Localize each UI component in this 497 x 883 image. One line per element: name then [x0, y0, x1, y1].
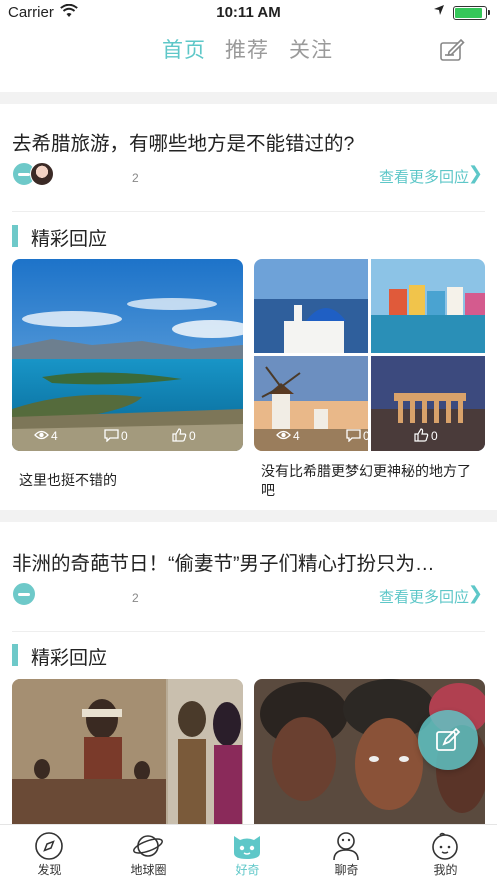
festival-photo [12, 679, 243, 824]
tab-recommend[interactable]: 推荐 [225, 34, 269, 64]
view-more-link[interactable]: 查看更多回应 [379, 586, 469, 607]
card-stats: 4 0 0 [12, 427, 243, 445]
nav-earth-circle[interactable]: 地球圈 [99, 825, 198, 883]
divider [12, 631, 485, 632]
answer-card[interactable]: 4 0 0 [12, 259, 243, 451]
battery-icon [453, 6, 490, 20]
card-caption: 这里也挺不错的 [19, 472, 117, 488]
compose-button[interactable] [418, 710, 478, 770]
nav-profile[interactable]: 我的 [396, 825, 495, 883]
planet-icon [133, 835, 163, 857]
comment-icon [104, 429, 119, 442]
view-more-link[interactable]: 查看更多回应 [379, 166, 469, 187]
greece-collage-photo [254, 259, 485, 451]
compass-icon [35, 832, 63, 860]
nav-curious[interactable]: 好奇 [198, 825, 297, 883]
thumbs-up-icon [414, 428, 429, 442]
answerer-avatars[interactable] [12, 162, 62, 188]
nav-discover[interactable]: 发现 [0, 825, 99, 883]
clock: 10:11 AM [216, 4, 281, 21]
nav-label: 好奇 [235, 863, 260, 877]
nav-label: 我的 [433, 863, 458, 877]
post-title[interactable]: 非洲的奇葩节日！“偷妻节”男子们精心打扮只为… [12, 547, 484, 576]
section-gap [0, 92, 497, 104]
compose-icon [436, 727, 461, 751]
avatar[interactable] [30, 162, 54, 186]
answer-count: 2 [132, 171, 139, 185]
divider [12, 211, 485, 212]
status-bar: Carrier 10:11 AM [0, 0, 497, 26]
section-accent-bar [12, 225, 18, 247]
card-stats: 4 0 0 [254, 427, 485, 445]
section-label: 精彩回应 [31, 648, 108, 669]
answer-card[interactable]: 4 0 0 [254, 259, 485, 451]
eye-icon [276, 430, 291, 440]
top-tab-bar: 首页 推荐 关注 [0, 34, 497, 68]
nav-chat[interactable]: 聊奇 [297, 825, 396, 883]
nav-label: 发现 [37, 863, 62, 877]
section-gap [0, 510, 497, 522]
cat-face-icon [234, 836, 260, 859]
lake-photo [12, 259, 243, 451]
answer-card[interactable] [12, 679, 243, 824]
nav-label: 地球圈 [130, 863, 167, 877]
tab-follow[interactable]: 关注 [289, 34, 333, 64]
post-title[interactable]: 去希腊旅游，有哪些地方是不能错过的? [12, 127, 484, 156]
profile-face-icon [432, 832, 458, 860]
answer-count: 2 [132, 591, 139, 605]
avatar[interactable] [12, 582, 36, 606]
edit-note-icon[interactable] [439, 38, 465, 64]
section-label: 精彩回应 [31, 229, 108, 250]
answerer-avatars[interactable] [12, 582, 38, 608]
thumbs-up-icon [172, 428, 187, 442]
comment-icon [346, 429, 361, 442]
tab-home[interactable]: 首页 [162, 34, 206, 64]
nav-label: 聊奇 [334, 863, 359, 877]
eye-icon [34, 430, 49, 440]
bottom-nav: 发现 地球圈 好奇 聊奇 我的 [0, 824, 497, 883]
section-accent-bar [12, 644, 18, 666]
card-caption: 没有比希腊更梦幻更神秘的地方了吧 [261, 463, 471, 498]
chevron-right-icon[interactable]: ❯ [468, 583, 483, 604]
chevron-right-icon[interactable]: ❯ [468, 163, 483, 184]
chat-person-icon [333, 832, 359, 861]
location-arrow-icon [434, 5, 444, 15]
